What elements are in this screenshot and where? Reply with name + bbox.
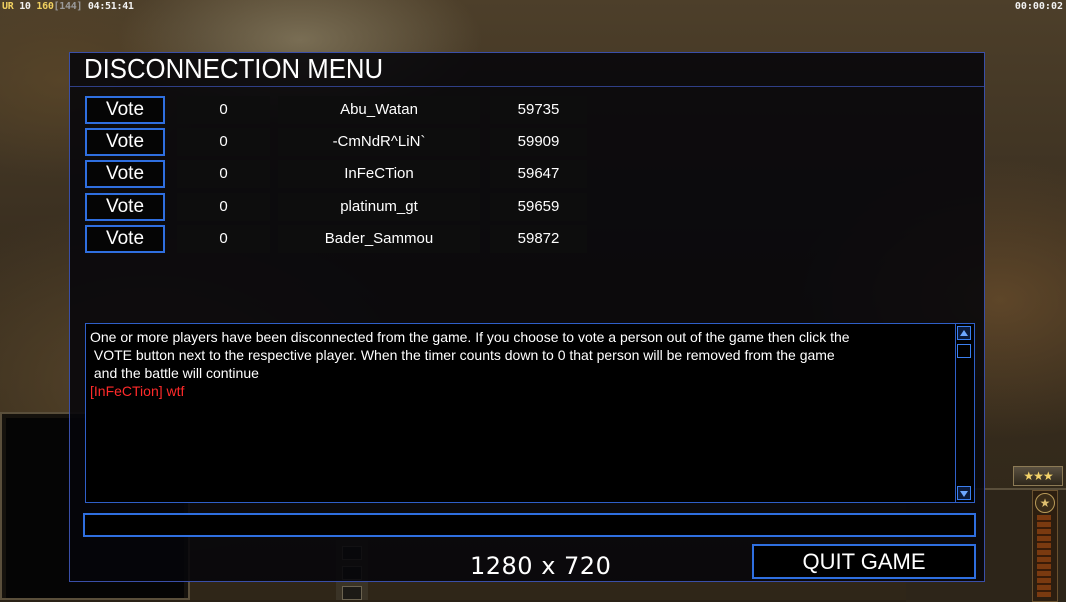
message-line: and the battle will continue [90,365,259,381]
vote-button[interactable]: Vote [85,193,165,221]
vote-button[interactable]: Vote [85,225,165,253]
status-bar: UR 10 160[144] 04:51:41 [0,0,134,13]
rank-stars: ★★★ [1013,466,1063,486]
vote-button[interactable]: Vote [85,96,165,124]
player-name: Abu_Watan [278,96,480,124]
vote-timer: 0 [177,160,270,188]
player-name: InFeCTion [278,160,480,188]
player-name: Bader_Sammou [278,225,480,253]
player-ping: 59647 [490,160,587,188]
message-text: One or more players have been disconnect… [90,328,950,400]
chat-input[interactable] [83,513,976,537]
vote-timer: 0 [177,128,270,156]
level-value: 10 [19,1,31,12]
message-line: VOTE button next to the respective playe… [90,347,835,363]
vote-button[interactable]: Vote [85,128,165,156]
message-line: One or more players have been disconnect… [90,329,850,345]
vote-timer: 0 [177,96,270,124]
star-icon: ★ [1035,493,1055,513]
rank-badge: ★ [1032,490,1058,602]
scroll-thumb[interactable] [957,344,971,358]
player-name: -CmNdR^LiN` [278,128,480,156]
vote-timer: 0 [177,193,270,221]
player-ping: 59909 [490,128,587,156]
title-divider [70,86,984,87]
scroll-down-arrow-icon[interactable] [957,486,971,500]
message-scrollbar[interactable] [955,324,974,502]
vote-button[interactable]: Vote [85,160,165,188]
vote-timer: 0 [177,225,270,253]
money-bracket: [144] [53,1,83,12]
player-ping: 59872 [490,225,587,253]
player-name: platinum_gt [278,193,480,221]
ur-label: UR [2,1,14,12]
quit-game-button[interactable]: QUIT GAME [752,544,976,579]
chat-message: [InFeCTion] wtf [90,383,185,399]
player-ping: 59735 [490,96,587,124]
command-slot [342,586,362,600]
disconnection-dialog: DISCONNECTION MENU Vote 0 Abu_Watan 5973… [69,52,985,582]
clock-time: 04:51:41 [87,1,134,12]
money-value: 160 [36,1,54,12]
rank-progress-bar [1037,515,1051,597]
scroll-up-arrow-icon[interactable] [957,326,971,340]
message-log[interactable]: One or more players have been disconnect… [85,323,975,503]
game-timer: 00:00:02 [1014,1,1063,12]
dialog-title: DISCONNECTION MENU [84,53,384,84]
player-ping: 59659 [490,193,587,221]
resolution-overlay: 1280 x 720 [470,552,612,580]
